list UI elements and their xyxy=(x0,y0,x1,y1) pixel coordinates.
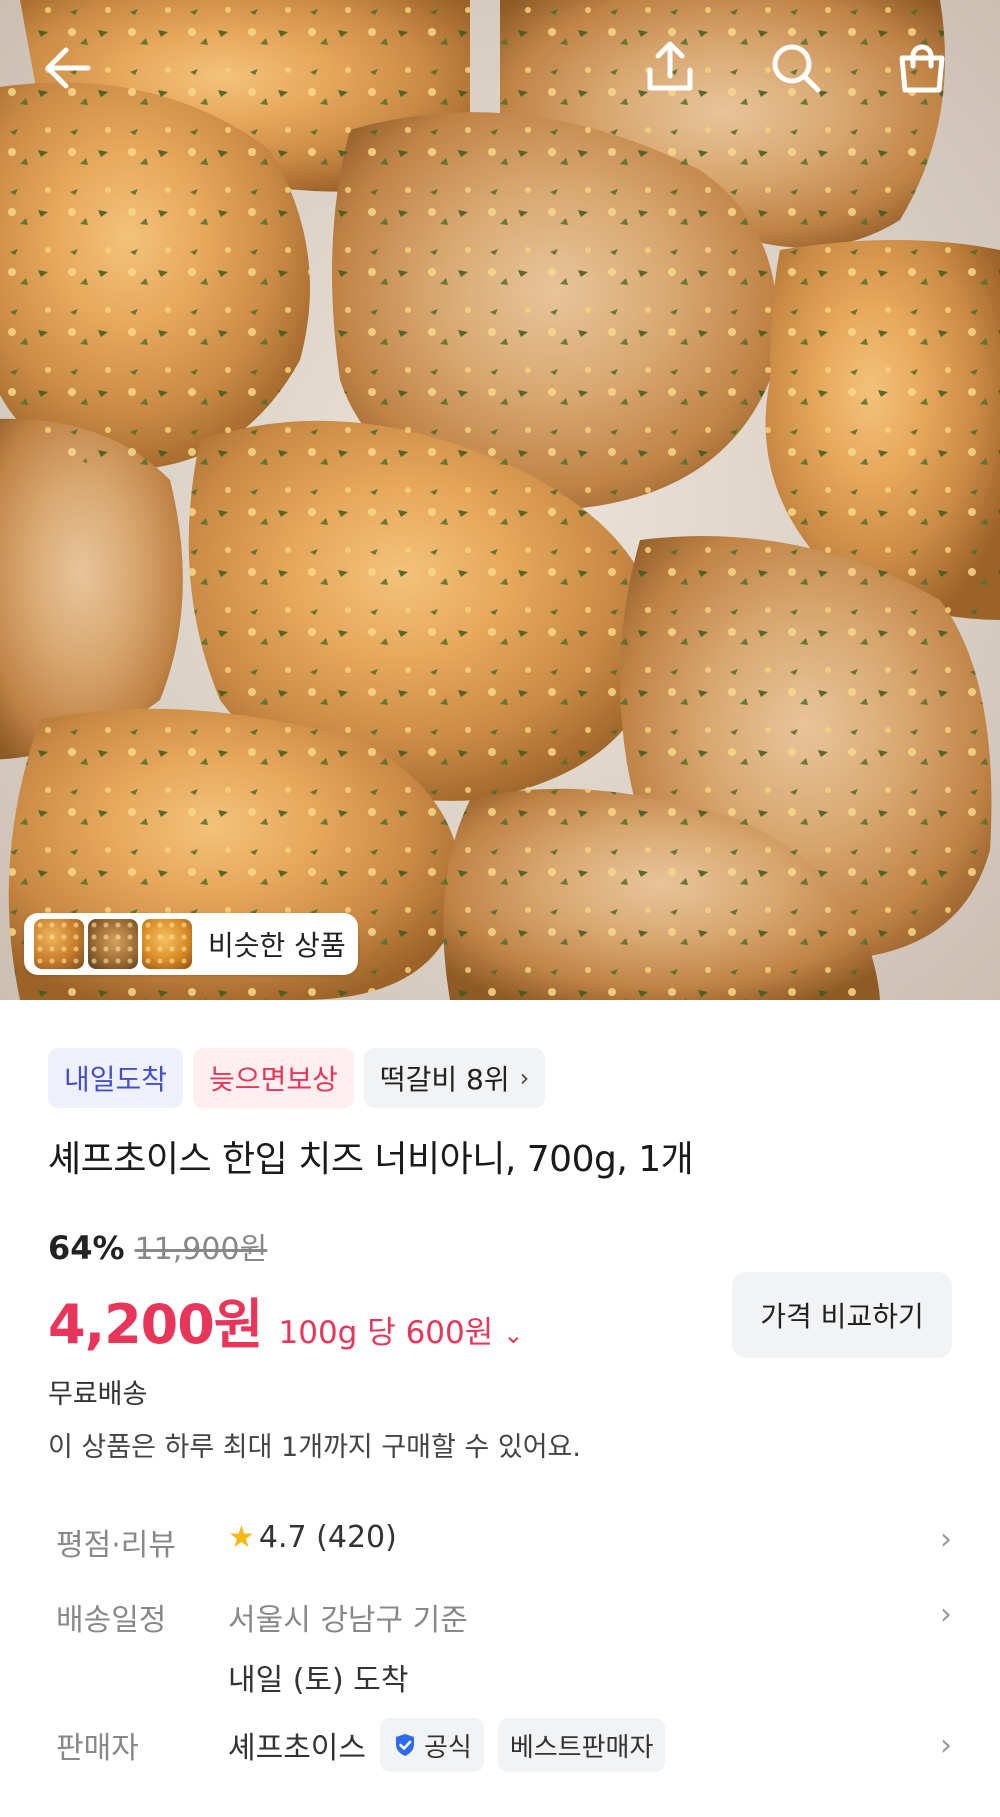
ranking-label: 떡갈비 8위 xyxy=(379,1063,510,1096)
late-compensation-badge: 늦으면보상 xyxy=(193,1048,354,1108)
verified-check-icon xyxy=(396,1734,414,1756)
product-title: 셰프초이스 한입 치즈 너비아니, 700g, 1개 xyxy=(48,1139,694,1180)
search-icon[interactable] xyxy=(766,38,826,98)
delivery-date: 내일 (토) 도착 xyxy=(228,1663,409,1698)
sale-price: 4,200원 xyxy=(48,1293,263,1356)
purchase-limit-notice: 이 상품은 하루 최대 1개까지 구매할 수 있어요. xyxy=(48,1432,581,1463)
chevron-right-icon: › xyxy=(940,1728,952,1763)
cart-icon[interactable] xyxy=(892,38,952,98)
star-icon: ★ xyxy=(228,1520,255,1555)
similar-thumb xyxy=(142,919,192,969)
discount-row: 64% 11,900원 xyxy=(48,1224,267,1268)
product-hero-image[interactable]: 비슷한 상품 xyxy=(0,0,1000,1000)
similar-thumb xyxy=(34,919,84,969)
similar-products-button[interactable]: 비슷한 상품 xyxy=(24,913,358,975)
delivery-label: 배송일정 xyxy=(56,1603,167,1638)
original-price: 11,900원 xyxy=(134,1232,268,1267)
discount-percent: 64% xyxy=(48,1229,125,1267)
similar-thumb xyxy=(88,919,138,969)
shipping-info: 무료배송 xyxy=(48,1379,148,1410)
chevron-right-icon: › xyxy=(519,1064,530,1092)
unit-price[interactable]: 100g 당 600원 xyxy=(279,1307,494,1352)
seller-row[interactable]: 판매자 셰프초이스 공식 베스트판매자 › xyxy=(56,1718,952,1772)
price-compare-button[interactable]: 가격 비교하기 xyxy=(732,1272,952,1358)
rating-review-row[interactable]: 평점·리뷰 ★ 4.7 (420) › xyxy=(56,1520,952,1564)
chevron-right-icon: › xyxy=(940,1522,952,1557)
seller-name: 셰프초이스 xyxy=(228,1731,366,1766)
product-detail-page: 비슷한 상품 내일도착 늦으면보상 떡갈비 8위 › 셰프초이스 한입 치즈 너… xyxy=(0,0,1000,1817)
rating-label: 평점·리뷰 xyxy=(56,1528,176,1563)
chevron-down-icon[interactable]: ⌄ xyxy=(503,1321,523,1349)
official-label: 공식 xyxy=(424,1732,472,1763)
chevron-right-icon: › xyxy=(940,1597,952,1632)
share-icon[interactable] xyxy=(640,38,700,98)
rating-value-wrap: ★ 4.7 (420) xyxy=(228,1520,397,1555)
delivery-location: 서울시 강남구 기준 xyxy=(228,1603,468,1638)
price-row: 4,200원 100g 당 600원 ⌄ xyxy=(48,1280,523,1359)
rating-value: 4.7 (420) xyxy=(258,1520,397,1555)
seller-label: 판매자 xyxy=(56,1731,139,1766)
delivery-schedule-row[interactable]: 배송일정 서울시 강남구 기준 내일 (토) 도착 › xyxy=(56,1595,952,1699)
arrival-badge: 내일도착 xyxy=(48,1048,184,1108)
similar-products-label: 비슷한 상품 xyxy=(208,929,346,962)
ranking-badge[interactable]: 떡갈비 8위 › xyxy=(363,1048,546,1108)
back-arrow-icon[interactable] xyxy=(38,38,98,98)
food-photo xyxy=(0,0,1000,1000)
best-seller-tag: 베스트판매자 xyxy=(497,1718,666,1772)
official-seller-tag: 공식 xyxy=(380,1718,484,1772)
badge-row: 내일도착 늦으면보상 떡갈비 8위 › xyxy=(48,1048,546,1108)
delivery-details: 서울시 강남구 기준 내일 (토) 도착 xyxy=(228,1595,468,1699)
